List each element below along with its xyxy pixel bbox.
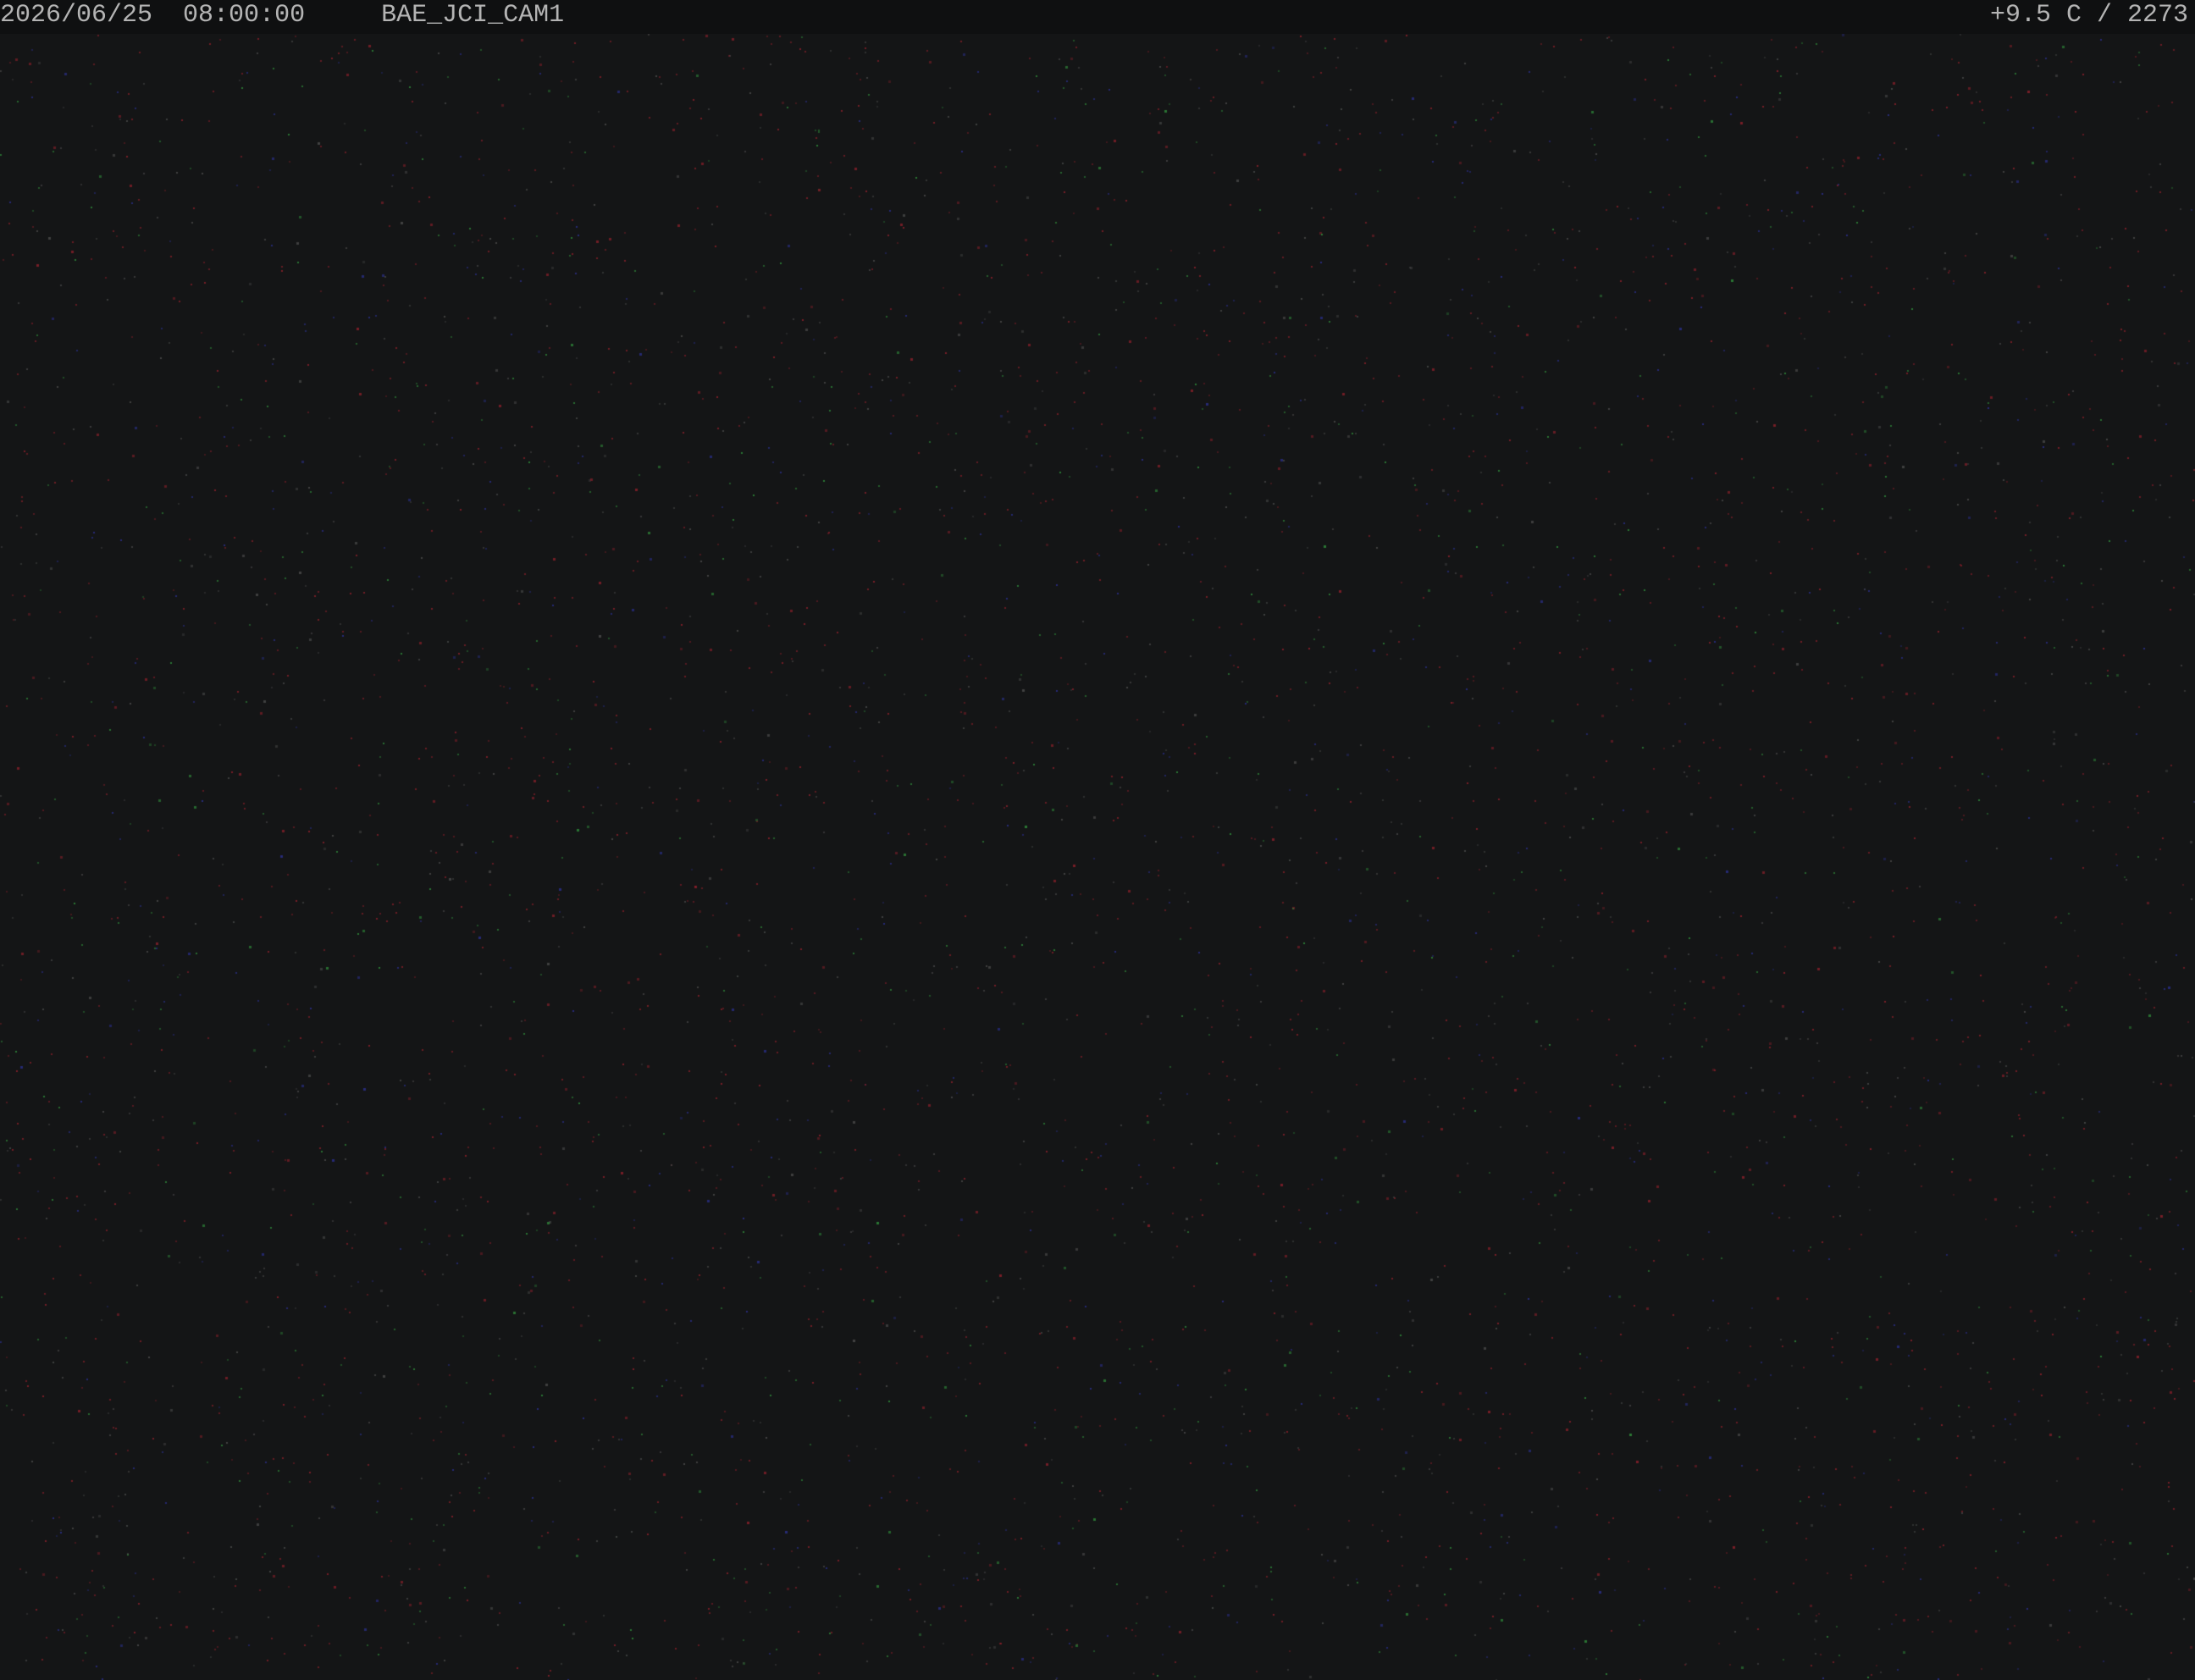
- frame-counter: 2273: [2126, 1, 2188, 30]
- timestamp-date: 2026/06/25: [0, 1, 153, 30]
- overlay-right: +9.5 C / 2273: [1989, 1, 2188, 30]
- temperature-readout: +9.5 C: [1989, 1, 2082, 30]
- timestamp-time: 08:00:00: [183, 1, 306, 30]
- overlay-left: 2026/06/25 08:00:00 BAE_JCI_CAM1: [0, 0, 564, 30]
- night-sky-noise-image: [0, 34, 2195, 1680]
- camera-frame: 2026/06/25 08:00:00 BAE_JCI_CAM1 +9.5 C …: [0, 0, 2195, 1680]
- camera-id: BAE_JCI_CAM1: [381, 1, 565, 30]
